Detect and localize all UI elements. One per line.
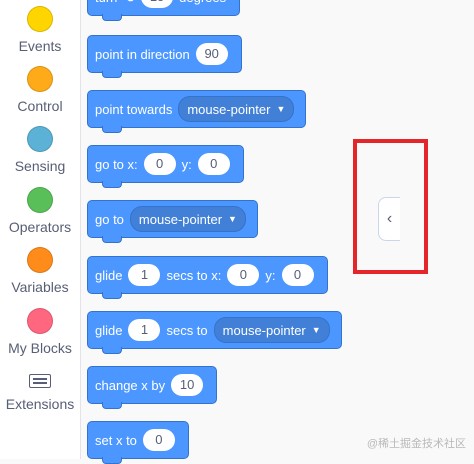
- block-label: degrees: [179, 0, 226, 5]
- block-glide-xy[interactable]: glide 1 secs to x: 0 y: 0: [87, 256, 328, 299]
- category-label: Extensions: [5, 396, 75, 412]
- category-extensions[interactable]: Extensions: [0, 374, 80, 412]
- block-go-to[interactable]: go to mouse-pointer ▼: [87, 200, 258, 243]
- block-label: y:: [265, 267, 276, 283]
- block-glide-to[interactable]: glide 1 secs to mouse-pointer ▼: [87, 311, 342, 354]
- target-dropdown[interactable]: mouse-pointer ▼: [129, 206, 246, 232]
- block-label: glide: [95, 267, 123, 283]
- y-input[interactable]: 0: [281, 264, 314, 286]
- block-point-in-direction[interactable]: point in direction 90: [87, 35, 242, 78]
- block-label: point in direction: [95, 46, 190, 62]
- dropdown-value: mouse-pointer: [187, 101, 271, 117]
- events-dot-icon: [27, 6, 53, 32]
- category-my-blocks[interactable]: My Blocks: [0, 308, 80, 356]
- extensions-icon: [29, 374, 51, 388]
- caret-down-icon: ▼: [276, 104, 286, 114]
- caret-down-icon: ▼: [311, 325, 321, 335]
- highlight-box: [353, 139, 428, 274]
- category-label: Control: [17, 98, 63, 114]
- block-label: glide: [95, 322, 123, 338]
- category-label: Variables: [11, 279, 69, 295]
- caret-down-icon: ▼: [228, 214, 237, 224]
- sensing-dot-icon: [27, 126, 53, 152]
- dropdown-value: mouse-pointer: [138, 211, 223, 227]
- block-label: go to x:: [95, 156, 138, 172]
- category-variables[interactable]: Variables: [0, 247, 80, 295]
- dropdown-value: mouse-pointer: [222, 322, 306, 338]
- block-point-towards[interactable]: point towards mouse-pointer ▼: [87, 90, 307, 133]
- change-x-input[interactable]: 10: [171, 374, 204, 396]
- block-label: secs to: [166, 322, 208, 338]
- secs-input[interactable]: 1: [128, 264, 161, 286]
- category-operators[interactable]: Operators: [0, 187, 80, 235]
- variables-dot-icon: [27, 247, 53, 273]
- x-input[interactable]: 0: [143, 153, 176, 175]
- category-label: Events: [18, 38, 62, 54]
- block-set-x[interactable]: set x to 0: [87, 421, 189, 464]
- block-label: go to: [95, 211, 124, 227]
- set-x-input[interactable]: 0: [142, 429, 175, 451]
- block-change-x[interactable]: change x by 10: [87, 366, 218, 409]
- target-dropdown[interactable]: mouse-pointer ▼: [178, 96, 295, 122]
- direction-input[interactable]: 90: [195, 43, 228, 65]
- target-dropdown[interactable]: mouse-pointer ▼: [213, 317, 330, 343]
- secs-input[interactable]: 1: [128, 319, 161, 341]
- watermark: @稀土掘金技术社区: [366, 438, 466, 450]
- block-label: secs to x:: [166, 267, 222, 283]
- my-blocks-dot-icon: [27, 308, 53, 334]
- block-label: turn: [95, 0, 117, 5]
- rotate-left-icon: ⟲: [123, 0, 135, 6]
- category-sidebar: Events Control Sensing Operators Variabl…: [0, 0, 81, 459]
- category-label: Sensing: [14, 158, 66, 174]
- category-label: My Blocks: [8, 340, 72, 356]
- block-label: change x by: [95, 377, 166, 393]
- operators-dot-icon: [27, 187, 53, 213]
- category-label: Operators: [8, 219, 72, 235]
- y-input[interactable]: 0: [197, 153, 230, 175]
- degrees-input[interactable]: 15: [141, 0, 174, 8]
- block-go-to-xy[interactable]: go to x: 0 y: 0: [87, 145, 244, 188]
- block-label: y:: [181, 156, 192, 172]
- x-input[interactable]: 0: [227, 264, 260, 286]
- control-dot-icon: [27, 66, 53, 92]
- block-label: point towards: [95, 101, 173, 117]
- block-label: set x to: [95, 432, 137, 448]
- category-control[interactable]: Control: [0, 66, 80, 114]
- block-turn[interactable]: turn ⟲ 15 degrees: [87, 0, 241, 21]
- category-events[interactable]: Events: [0, 6, 80, 54]
- category-sensing[interactable]: Sensing: [0, 126, 80, 174]
